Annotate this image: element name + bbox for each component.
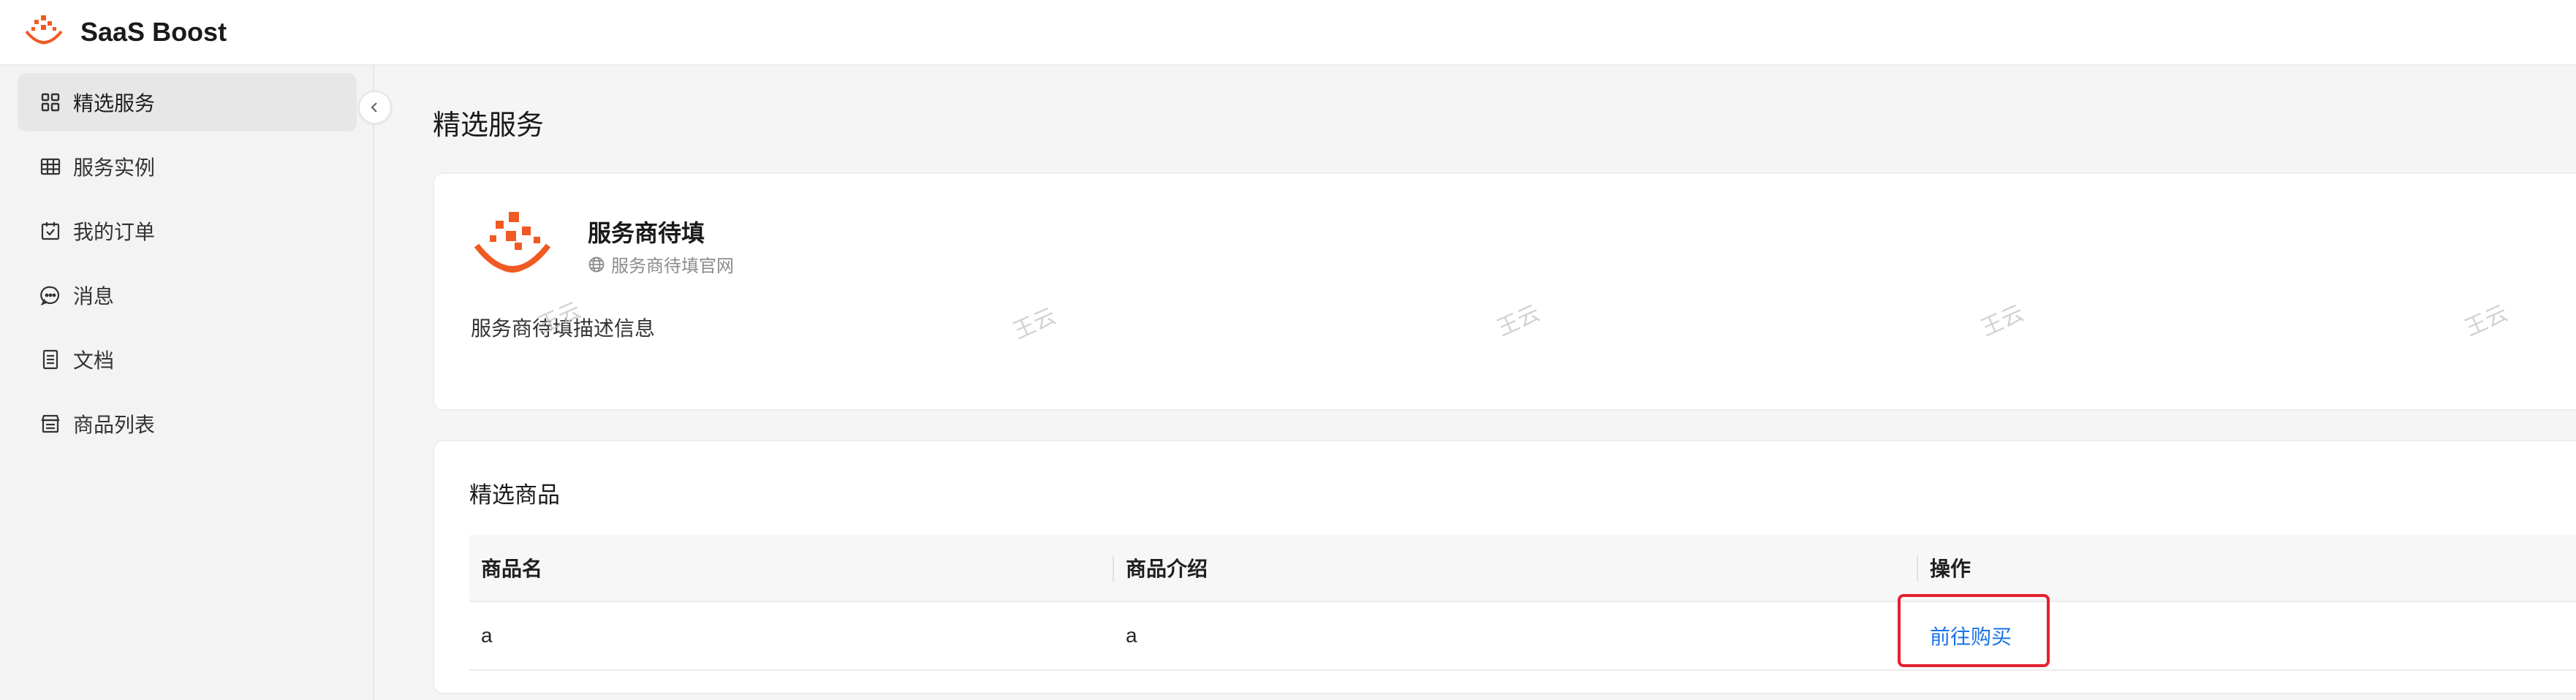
watermark: 王云 [1493,300,1544,341]
top-header: SaaS Boost [0,0,2576,66]
cell-product-intro: a [1126,624,1137,647]
sidebar-item-label: 消息 [73,285,115,308]
provider-website-text: 服务商待填官网 [611,256,734,276]
sidebar-item-featured-services[interactable]: 精选服务 [18,73,357,132]
provider-website-link[interactable]: 服务商待填官网 [588,251,734,277]
sidebar-item-label: 精选服务 [73,92,156,115]
page-title: 精选服务 [433,110,545,141]
section-title: 精选商品 [469,482,560,508]
globe-icon [588,256,605,272]
sidebar-item-my-orders[interactable]: 我的订单 [18,202,357,260]
table-icon [39,156,61,178]
sidebar-item-label: 商品列表 [73,414,156,436]
grid-apps-icon [39,91,61,113]
watermark: 王云 [1977,300,2028,341]
watermark: 王云 [2461,300,2512,341]
column-header-intro: 商品介绍 [1114,535,1918,601]
provider-logo-icon [474,212,551,273]
sidebar-item-product-list[interactable]: 商品列表 [18,395,357,453]
sidebar-item-messages[interactable]: 消息 [18,266,357,324]
table-header: 商品名 商品介绍 操作 [469,535,2576,602]
store-list-icon [39,413,61,435]
calendar-order-icon [39,220,61,242]
sidebar-item-service-instances[interactable]: 服务实例 [18,137,357,196]
document-icon [39,349,61,370]
cell-product-name: a [481,624,493,647]
sidebar-item-label: 文档 [73,349,115,372]
provider-name: 服务商待填 [588,220,705,246]
chat-bubble-icon [39,284,61,306]
saas-boost-logo-icon [25,15,63,45]
cell-action: 前往购买 [1918,602,2576,669]
products-card: 精选商品 商品名 商品介绍 操作 a a 前往购买 [433,440,2576,694]
app-title: SaaS Boost [80,17,227,47]
products-table: 商品名 商品介绍 操作 a a 前往购买 [469,535,2576,671]
go-purchase-link[interactable]: 前往购买 [1930,621,2012,650]
table-row: a a 前往购买 [469,602,2576,671]
column-header-name: 商品名 [469,535,1114,601]
brand[interactable]: SaaS Boost [23,9,227,56]
chevron-left-icon [371,102,377,113]
sidebar-item-label: 服务实例 [73,156,156,179]
watermark: 王云 [1009,303,1060,344]
sidebar: 精选服务 服务实例 我的订单 消息 文档 商品列表 [0,66,374,700]
sidebar-item-docs[interactable]: 文档 [18,330,357,389]
sidebar-collapse-button[interactable] [358,91,392,124]
column-header-action: 操作 [1930,558,1971,580]
sidebar-item-label: 我的订单 [73,221,156,243]
provider-card: 服务商待填 服务商待填官网 服务商待填描述信息 王云 王云 王云 王云 王云 [433,172,2576,411]
